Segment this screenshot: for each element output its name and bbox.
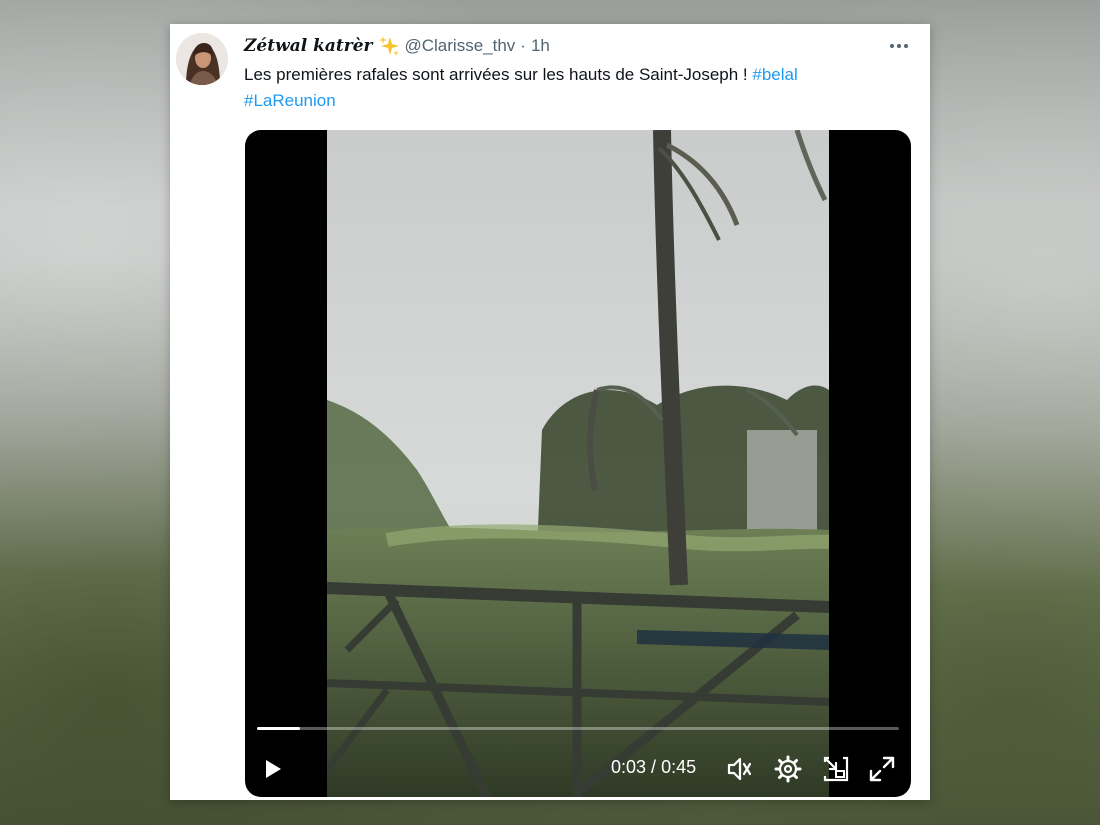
hashtag-belal[interactable]: #belal [752, 65, 797, 84]
progress-bar[interactable] [257, 727, 899, 730]
tweet-card: Zétwal katrèr @Clarisse_thv · 1h Les pre… [170, 24, 930, 800]
current-time: 0:03 [611, 757, 647, 777]
tweet-text: Les premières rafales sont arrivées sur … [244, 62, 914, 114]
tweet-header: Zétwal katrèr @Clarisse_thv · 1h [244, 35, 550, 57]
video-player[interactable]: 0:03 / 0:45 [245, 130, 911, 797]
user-handle[interactable]: @Clarisse_thv [404, 36, 515, 56]
dot-separator: · [520, 36, 526, 55]
duration: 0:45 [661, 757, 697, 777]
time-separator: / [646, 757, 662, 777]
hashtag-lareunion[interactable]: #LaReunion [244, 91, 336, 110]
time-readout: 0:03 / 0:45 [611, 757, 696, 778]
more-horizontal-icon[interactable] [886, 36, 912, 56]
progress-fill [257, 727, 300, 730]
video-frame[interactable] [327, 130, 829, 797]
avatar[interactable] [176, 33, 228, 85]
volume-icon[interactable] [725, 754, 755, 784]
fullscreen-expand-icon[interactable] [867, 754, 897, 784]
play-icon[interactable] [257, 754, 287, 784]
sparkles-icon [378, 35, 400, 57]
tweet-body: Les premières rafales sont arrivées sur … [244, 65, 748, 84]
timestamp[interactable]: 1h [531, 36, 550, 56]
picture-in-picture-icon[interactable] [821, 754, 851, 784]
display-name[interactable]: Zétwal katrèr [244, 36, 372, 56]
gear-icon[interactable] [773, 754, 803, 784]
video-controls: 0:03 / 0:45 [245, 750, 911, 788]
